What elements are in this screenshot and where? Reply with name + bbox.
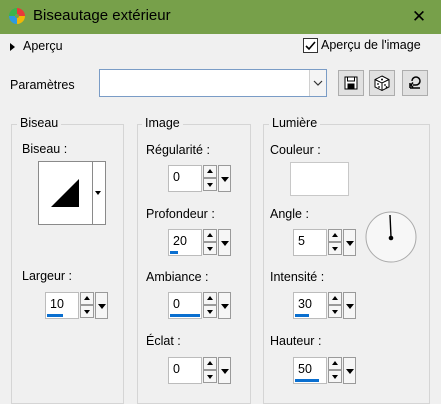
elevation-value-indicator	[295, 379, 319, 382]
preview-expander[interactable]: Aperçu	[6, 39, 63, 57]
save-icon	[344, 76, 358, 90]
elevation-label: Hauteur :	[270, 334, 322, 348]
image-preview-checkbox[interactable]: Aperçu de l'image	[303, 38, 421, 54]
width-dropdown-button[interactable]	[95, 292, 108, 319]
chevron-down-icon[interactable]	[309, 70, 326, 96]
width-label: Largeur :	[22, 269, 73, 283]
intensity-increment-button[interactable]	[328, 292, 342, 305]
preview-toggle-label: Aperçu	[23, 39, 63, 53]
intensity-label: Intensité :	[270, 270, 325, 284]
ambience-spinner[interactable]: 0	[168, 292, 231, 319]
checkbox-checked-icon[interactable]	[303, 38, 318, 54]
elevation-decrement-button[interactable]	[328, 370, 342, 383]
ambience-dropdown-button[interactable]	[218, 292, 231, 319]
save-preset-button[interactable]	[338, 70, 364, 96]
depth-decrement-button[interactable]	[203, 242, 217, 255]
angle-input[interactable]: 5	[293, 229, 327, 256]
light-color-swatch[interactable]	[290, 162, 349, 196]
smoothness-decrement-button[interactable]	[203, 178, 217, 191]
elevation-increment-button[interactable]	[328, 357, 342, 370]
shininess-input[interactable]: 0	[168, 357, 202, 384]
depth-value: 20	[173, 234, 187, 248]
angle-dial[interactable]	[364, 210, 418, 264]
angle-spinner[interactable]: 5	[293, 229, 356, 256]
bevel-triangle-icon	[51, 179, 79, 207]
close-button[interactable]: ✕	[408, 6, 430, 28]
color-label: Couleur :	[270, 143, 321, 157]
angle-dropdown-button[interactable]	[343, 229, 356, 256]
app-logo-icon	[7, 6, 27, 26]
bevel-group-title: Biseau	[17, 116, 62, 130]
ambience-label: Ambiance :	[146, 270, 209, 284]
smoothness-value: 0	[173, 170, 180, 184]
image-group-title: Image	[142, 116, 183, 130]
depth-value-indicator	[170, 251, 178, 254]
reset-button[interactable]	[402, 70, 428, 96]
smoothness-spinner[interactable]: 0	[168, 165, 231, 192]
params-label: Paramètres	[10, 78, 75, 92]
title-bar: Biseautage extérieur ✕	[0, 0, 441, 34]
depth-label: Profondeur :	[146, 207, 215, 221]
intensity-value: 30	[298, 297, 312, 311]
reset-icon	[409, 76, 421, 89]
angle-value: 5	[298, 234, 305, 248]
width-increment-button[interactable]	[80, 292, 94, 305]
width-spinner[interactable]: 10	[45, 292, 108, 319]
elevation-value: 50	[298, 362, 312, 376]
depth-increment-button[interactable]	[203, 229, 217, 242]
shininess-spinner[interactable]: 0	[168, 357, 231, 384]
light-group-title: Lumière	[269, 116, 321, 130]
bevel-shape-label: Biseau :	[22, 142, 68, 156]
shininess-decrement-button[interactable]	[203, 370, 217, 383]
smoothness-input[interactable]: 0	[168, 165, 202, 192]
dice-icon	[374, 75, 390, 92]
bevel-shape-dropdown[interactable]	[93, 161, 106, 225]
window-title: Biseautage extérieur	[33, 7, 171, 24]
depth-dropdown-button[interactable]	[218, 229, 231, 256]
width-value: 10	[50, 297, 64, 311]
chevron-right-icon	[10, 42, 15, 51]
ambience-decrement-button[interactable]	[203, 305, 217, 318]
shininess-dropdown-button[interactable]	[218, 357, 231, 384]
shininess-value: 0	[173, 362, 180, 376]
intensity-value-indicator	[295, 314, 309, 317]
smoothness-label: Régularité :	[146, 143, 210, 157]
width-decrement-button[interactable]	[80, 305, 94, 318]
angle-decrement-button[interactable]	[328, 242, 342, 255]
close-icon: ✕	[411, 7, 427, 26]
shininess-increment-button[interactable]	[203, 357, 217, 370]
intensity-decrement-button[interactable]	[328, 305, 342, 318]
ambience-value: 0	[173, 297, 180, 311]
elevation-spinner[interactable]: 50	[293, 357, 356, 384]
bevel-shape-preview[interactable]	[38, 161, 93, 225]
intensity-spinner[interactable]: 30	[293, 292, 356, 319]
shininess-label: Éclat :	[146, 334, 181, 348]
presets-combobox[interactable]	[99, 69, 327, 97]
elevation-dropdown-button[interactable]	[343, 357, 356, 384]
image-preview-label: Aperçu de l'image	[321, 38, 421, 52]
smoothness-dropdown-button[interactable]	[218, 165, 231, 192]
ambience-value-indicator	[170, 314, 200, 317]
angle-label: Angle :	[270, 207, 309, 221]
randomize-button[interactable]	[369, 70, 395, 96]
depth-spinner[interactable]: 20	[168, 229, 231, 256]
ambience-increment-button[interactable]	[203, 292, 217, 305]
smoothness-increment-button[interactable]	[203, 165, 217, 178]
width-value-indicator	[47, 314, 63, 317]
intensity-dropdown-button[interactable]	[343, 292, 356, 319]
angle-increment-button[interactable]	[328, 229, 342, 242]
